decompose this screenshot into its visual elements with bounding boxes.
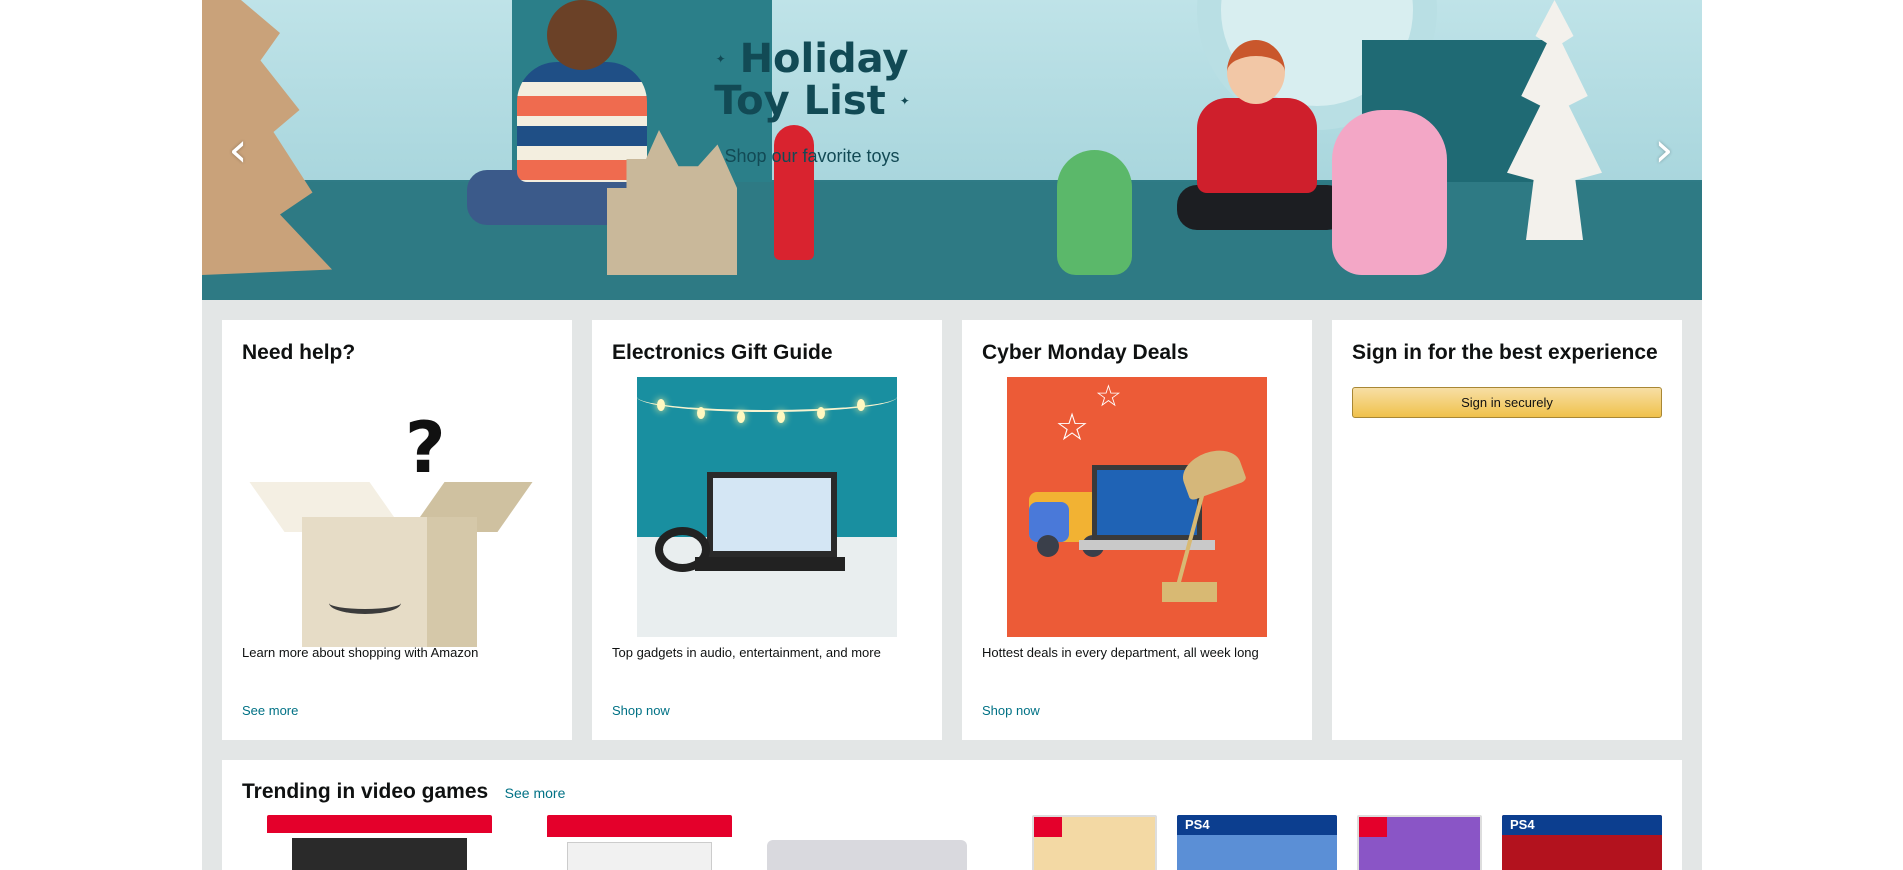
product-ps4-spider-man[interactable]: PS4 (1502, 815, 1662, 870)
card-title: Electronics Gift Guide (612, 341, 833, 364)
toy-dinosaur (1057, 150, 1132, 275)
shop-now-link[interactable]: Shop now (612, 703, 670, 718)
star-icon: ☆ (1095, 379, 1122, 414)
sparkle-icon: ✦ (899, 94, 910, 108)
headphones-icon (655, 527, 710, 572)
laptop-icon (707, 472, 837, 557)
hero-banner[interactable]: ✦ Holiday Toy List ✦ Shop our favorite t… (202, 0, 1702, 300)
product-nintendo-switch[interactable] (267, 815, 492, 870)
card-title: Sign in for the best experience (1352, 341, 1658, 364)
card-electronics-gift-guide: Electronics Gift Guide Top gadgets in au… (592, 320, 942, 740)
see-more-link[interactable]: See more (505, 785, 566, 801)
see-more-link[interactable]: See more (242, 703, 298, 718)
lamp-icon (1176, 442, 1248, 502)
hero-title: ✦ Holiday Toy List ✦ (714, 36, 910, 124)
section-title: Trending in video games (242, 780, 489, 803)
product-switch-accessory[interactable] (547, 815, 732, 870)
carousel-prev-icon[interactable]: ‹ (218, 125, 258, 175)
card-description: Learn more about shopping with Amazon (242, 645, 479, 660)
cyber-monday-image[interactable]: ☆ ☆ (1007, 377, 1267, 637)
sparkle-icon: ✦ (715, 52, 726, 66)
product-switch-game-2[interactable] (1357, 815, 1482, 870)
electronics-image[interactable] (637, 377, 897, 637)
hero-girl-figure (1157, 40, 1357, 250)
smile-logo-icon (329, 592, 401, 614)
card-cyber-monday: Cyber Monday Deals ☆ ☆ Hottest deals in … (962, 320, 1312, 740)
mystery-box-image[interactable]: ? (249, 377, 533, 647)
star-icon: ☆ (1055, 405, 1090, 449)
sign-in-button[interactable]: Sign in securely (1352, 387, 1662, 418)
card-need-help: Need help? ? Learn more about shopping w… (222, 320, 572, 740)
toy-lol-surprise (1332, 110, 1447, 275)
card-title: Cyber Monday Deals (982, 341, 1189, 364)
hero-floor (202, 182, 1702, 300)
page-container: ✦ Holiday Toy List ✦ Shop our favorite t… (202, 0, 1702, 870)
carousel-next-icon[interactable]: › (1644, 125, 1684, 175)
card-description: Hottest deals in every department, all w… (982, 645, 1259, 660)
question-mark-icon: ? (405, 407, 446, 489)
card-title: Need help? (242, 341, 356, 364)
hero-subtitle: Shop our favorite toys (724, 146, 900, 166)
shop-now-link[interactable]: Shop now (982, 703, 1040, 718)
card-sign-in: Sign in for the best experience Sign in … (1332, 320, 1682, 740)
trending-video-games-section: Trending in video games See more PS4 PS4 (222, 760, 1682, 870)
product-snes-classic[interactable] (767, 840, 967, 870)
card-description: Top gadgets in audio, entertainment, and… (612, 645, 881, 660)
product-ps4-game-1[interactable]: PS4 (1177, 815, 1337, 870)
product-switch-game-1[interactable] (1032, 815, 1157, 870)
